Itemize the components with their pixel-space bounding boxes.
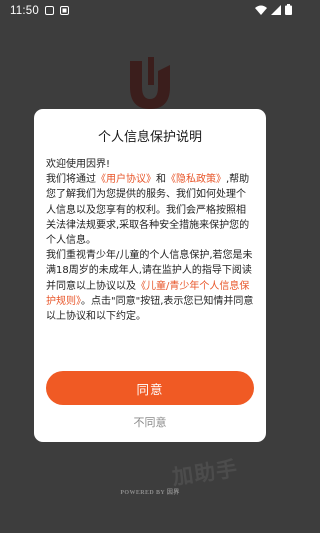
text-fade xyxy=(34,327,266,367)
status-app-icon-2 xyxy=(59,5,69,18)
watermark: 加助手 xyxy=(170,456,240,490)
privacy-dialog: 个人信息保护说明 欢迎使用因界! 我们将通过《用户协议》和《隐私政策》,帮助您了… xyxy=(34,109,266,442)
battery-icon xyxy=(285,4,292,18)
agreement-paragraph: 我们将通过《用户协议》和《隐私政策》,帮助您了解我们为您提供的服务、我们如何处理… xyxy=(46,172,254,248)
status-bar: 11:50 xyxy=(0,0,300,22)
status-left: 11:50 xyxy=(10,5,69,18)
powered-by-text: POWERED BY xyxy=(120,490,165,496)
wifi-icon xyxy=(255,5,267,18)
user-agreement-link[interactable]: 《用户协议》 xyxy=(96,174,156,185)
minors-paragraph: 我们重视青少年/儿童的个人信息保护,若您是未满18周岁的未成年人,请在监护人的指… xyxy=(46,248,254,324)
status-time: 11:50 xyxy=(10,5,39,17)
agree-button[interactable]: 同意 xyxy=(46,371,254,405)
agreement-text-a: 我们将通过 xyxy=(46,174,96,186)
welcome-text: 欢迎使用因界! xyxy=(46,159,111,170)
dialog-title: 个人信息保护说明 xyxy=(97,130,202,145)
privacy-policy-link[interactable]: 《隐私政策》 xyxy=(166,174,226,185)
status-icons xyxy=(255,4,292,18)
app-logo-icon xyxy=(127,55,173,111)
powered-by-footer: POWERED BY 因界 xyxy=(0,487,300,496)
signal-icon xyxy=(271,4,281,18)
status-app-icon-1 xyxy=(44,5,54,18)
agreement-and: 和 xyxy=(156,174,166,186)
decline-button[interactable]: 不同意 xyxy=(34,414,266,430)
